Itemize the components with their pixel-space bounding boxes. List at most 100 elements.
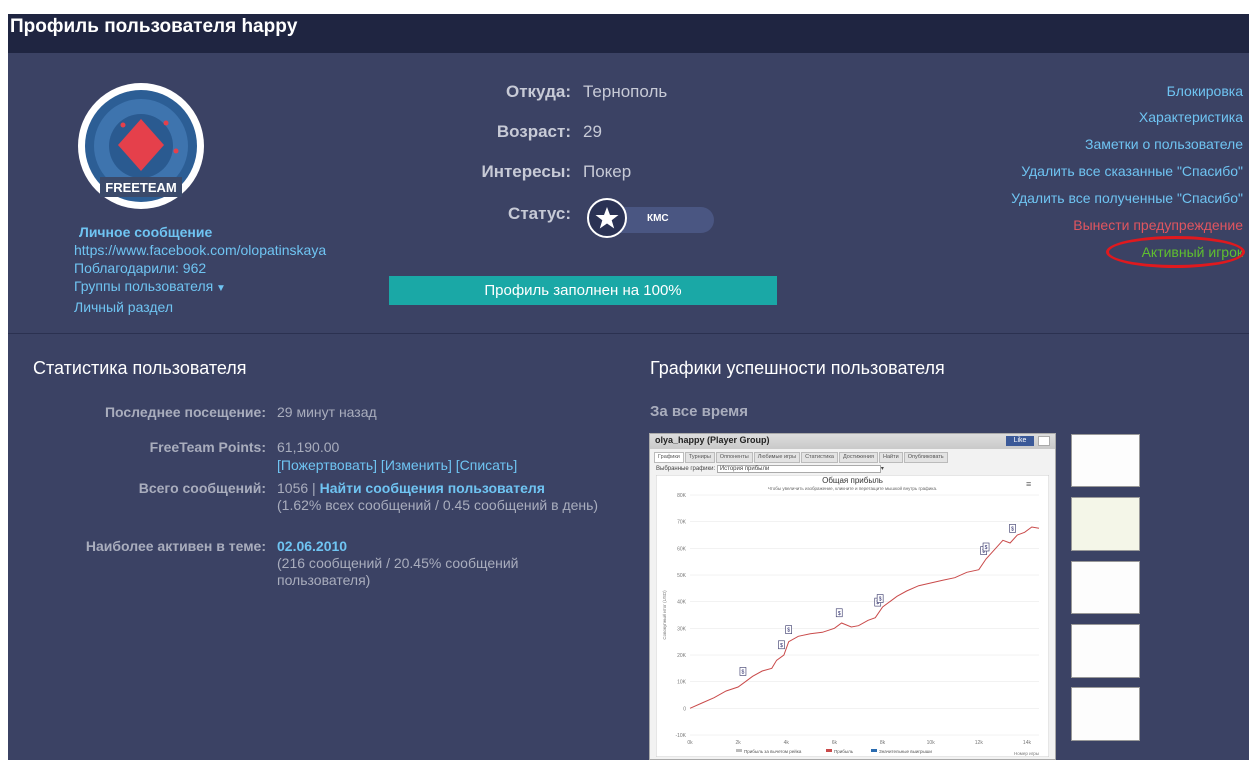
y-tick-label: 10K [677,680,687,686]
points-label: FreeTeam Points: [149,439,266,455]
posts-separator: | [312,480,316,496]
x-tick-label: 6k [832,740,838,746]
profile-panel: FREETEAM Личное сообщение https://www.fa… [8,53,1249,760]
chart-tab[interactable]: Найти [878,452,903,463]
status-badge: КМС [587,198,714,238]
y-tick-label: 80K [677,493,687,499]
legend-swatch [871,749,877,752]
find-posts-link[interactable]: Найти сообщения пользователя [320,480,545,496]
x-tick-label: 14k [1023,740,1032,746]
big-win-marker-label: $ [985,545,988,551]
chart-thumbnail-2[interactable] [1071,497,1140,551]
y-tick-label: 70K [677,520,687,526]
posts-note: (1.62% всех сообщений / 0.45 сообщений в… [277,497,599,513]
big-win-marker-label: $ [780,643,783,649]
big-win-marker-label: $ [879,597,882,603]
legend-entry: Значительные выигрыши [879,749,932,754]
left-links: Личное сообщение https://www.facebook.co… [74,223,326,316]
interests-value: Покер [583,162,632,181]
y-tick-label: -10K [675,733,686,739]
graphs-heading: Графики успешности пользователя [650,358,945,378]
points-actions[interactable]: [Пожертвовать] [Изменить] [Списать] [277,457,517,474]
avatar-logo-text: FREETEAM [105,180,177,195]
characteristic-link[interactable]: Характеристика [1139,109,1243,125]
user-groups-label[interactable]: Группы пользователя [74,278,213,294]
from-value: Тернополь [583,82,668,101]
x-tick-label: 0k [687,740,693,746]
chart-tab[interactable]: Достижения [838,452,878,463]
delete-said-thanks-link[interactable]: Удалить все сказанные "Спасибо" [1021,163,1243,179]
warn-link[interactable]: Вынести предупреждение [1073,217,1243,233]
big-win-marker-label: $ [742,669,745,675]
private-message-link[interactable]: Личное сообщение [79,223,326,241]
chevron-down-icon: ▼ [213,283,226,294]
status-badge-text: КМС [647,213,669,224]
chart-thumbnail-4[interactable] [1071,624,1140,678]
chart-tab[interactable]: Графики [654,452,684,463]
chart-thumbnail-1[interactable] [1071,434,1140,487]
chart-tab[interactable]: Оппоненты [715,452,753,463]
y-tick-label: 30K [677,626,687,632]
like-count-box [1038,436,1050,446]
status-label: Статус: [508,204,571,223]
y-tick-label: 40K [677,600,687,606]
red-highlight-oval [1106,236,1245,268]
chart-title: Общая прибыль [822,476,883,485]
chart-dropdown-value[interactable]: История прибыли [716,465,881,473]
points-value: 61,190.00 [277,439,340,455]
big-win-marker-label: $ [1011,526,1014,532]
chart-tab[interactable]: Опубликовать [903,452,948,463]
y-tick-label: 50K [677,573,687,579]
legend-entry: Прибыль [834,749,854,754]
big-win-marker-label: $ [787,628,790,634]
like-button[interactable]: Like [1006,436,1034,446]
chart-thumbnail-3[interactable] [1071,561,1140,614]
delete-received-thanks-link[interactable]: Удалить все полученные "Спасибо" [1011,190,1243,206]
x-tick-label: 8k [880,740,886,746]
chart-tab[interactable]: Турниры [684,452,715,463]
title-bar: Профиль пользователя happy [8,14,1249,53]
y-tick-label: 20K [677,653,687,659]
active-topic-link[interactable]: 02.06.2010 [277,538,347,554]
legend-swatch [826,749,832,752]
active-topic-value: 02.06.2010 (216 сообщений / 20.45% сообщ… [277,538,577,589]
active-topic-note: (216 сообщений / 20.45% сообщений пользо… [277,555,519,588]
user-groups-toggle[interactable]: Группы пользователя ▼ [74,277,326,298]
y-tick-label: 60K [677,546,687,552]
legend-swatch [736,749,742,752]
chart-dropdown-label: Выбранные графики: [656,466,716,472]
chart-dropdown[interactable]: Выбранные графики: История прибыли ▾ [656,465,884,473]
active-topic-label: Наиболее активен в теме: [85,538,266,554]
legend-entry: Прибыль за вычетом рейка [744,748,802,754]
x-tick-label: 10k [927,740,936,746]
last-visit-label: Последнее посещение: [104,404,266,420]
chart-menu-icon: ≡ [1026,479,1031,489]
chart-thumbnail-5[interactable] [1071,687,1140,741]
big-win-marker-label: $ [838,611,841,617]
chart-subtitle: Чтобы увеличить изображение, кликните и … [768,485,937,491]
chart-dropdown-arrow-icon: ▾ [880,466,884,472]
personal-section-link[interactable]: Личный раздел [74,298,326,316]
facebook-link[interactable]: https://www.facebook.com/olopatinskaya [74,241,326,259]
block-link[interactable]: Блокировка [1167,83,1243,99]
avatar: FREETEAM [78,83,204,209]
age-value: 29 [583,122,602,141]
section-divider [8,333,1249,334]
age-label: Возраст: [496,122,571,141]
notes-link[interactable]: Заметки о пользователе [1085,136,1243,152]
profit-chart[interactable]: olya_happy (Player Group) Like Графики Ту… [649,433,1056,760]
interests-label: Интересы: [481,162,571,181]
thanked-count[interactable]: Поблагодарили: 962 [74,259,326,277]
x-tick-label: 12k [975,740,984,746]
x-tick-label: 4k [784,740,790,746]
chart-header-title: olya_happy (Player Group) [655,435,770,445]
x-axis-label: Номер игры [1014,751,1039,756]
chart-tab[interactable]: Любимые игры [753,452,801,463]
chart-tab[interactable]: Статистика [801,452,838,463]
y-tick-label: 0 [683,706,686,712]
x-tick-label: 2k [735,740,741,746]
posts-count: 1056 [277,480,309,496]
page-title: Профиль пользователя happy [10,16,298,37]
posts-label: Всего сообщений: [138,480,266,496]
stats-heading: Статистика пользователя [33,358,247,378]
